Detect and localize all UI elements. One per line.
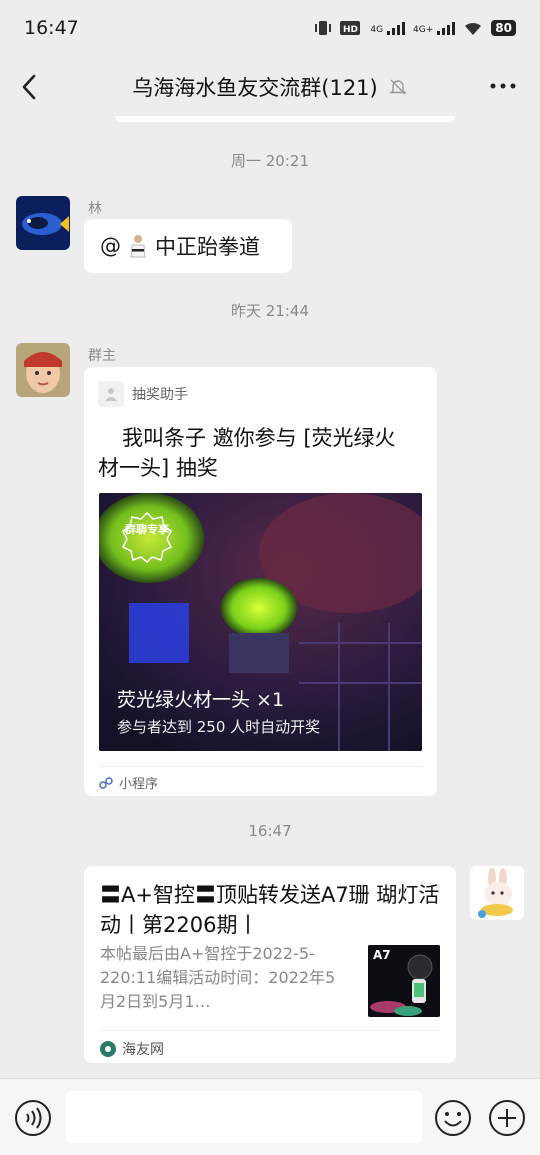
text-message-bubble[interactable]: @ 中正跆拳道 — [84, 219, 292, 273]
source-logo-icon — [100, 1041, 116, 1057]
avatar-lin[interactable] — [16, 196, 70, 250]
signal-2-icon: 4G+ — [413, 21, 456, 35]
back-icon[interactable] — [16, 70, 46, 104]
mini-program-label: 小程序 — [119, 777, 159, 792]
status-icons: HD 4G 4G+ 80 — [314, 20, 516, 36]
mini-program-name: 抽奖助手 — [132, 387, 188, 403]
emoji-icon[interactable] — [434, 1099, 472, 1137]
time-divider: 周一 20:21 — [231, 152, 309, 170]
previous-message-edge — [115, 116, 455, 122]
signal-1-icon: 4G — [370, 21, 406, 35]
mini-program-icon — [99, 776, 113, 789]
mute-bell-icon — [388, 79, 407, 95]
time-divider: 昨天 21:44 — [231, 302, 309, 320]
link-card[interactable]: 〓A+智控〓顶贴转发送A7珊 瑚灯活动丨第2206期丨 本帖最后由A+智控于20… — [84, 866, 456, 1063]
mini-program-card[interactable]: 抽奖助手 我叫条子 邀你参与 [荧光绿火 材一头] 抽奖 群聊专享 荧光绿火材一… — [84, 367, 437, 796]
input-bar — [0, 1078, 540, 1155]
mention-symbol: @ — [100, 234, 121, 258]
message-text: 中正跆拳道 — [155, 235, 260, 259]
taekwondo-emoji-icon — [130, 235, 146, 258]
mini-program-footer: 小程序 — [99, 766, 422, 792]
thumbnail-label: A7 — [373, 948, 391, 962]
sender-name: 林 — [88, 201, 102, 217]
prize-image[interactable]: 群聊专享 荧光绿火材一头 ×1 参与者达到 250 人时自动开奖 — [99, 493, 422, 751]
title-line-2: 材一头] 抽奖 — [98, 456, 218, 480]
chat-title: 乌海海水鱼友交流群(121) — [132, 76, 378, 100]
draw-condition: 参与者达到 250 人时自动开奖 — [117, 718, 321, 736]
voice-input-icon[interactable] — [14, 1099, 52, 1137]
title-line-1: 我叫条子 邀你参与 [荧光绿火 — [122, 426, 396, 450]
battery-indicator: 80 — [491, 20, 516, 36]
avatar-group-owner[interactable] — [16, 343, 70, 397]
message-input[interactable] — [66, 1091, 422, 1143]
badge-label: 群聊专享 — [125, 523, 169, 536]
wifi-icon — [465, 22, 482, 35]
chat-header: 乌海海水鱼友交流群(121) — [0, 56, 540, 118]
net-1-label: 4G — [370, 25, 384, 35]
prize-name: 荧光绿火材一头 ×1 — [117, 689, 285, 711]
avatar-self[interactable] — [470, 866, 524, 920]
net-2-label: 4G+ — [413, 25, 434, 35]
link-thumbnail: A7 — [368, 945, 440, 1017]
status-bar: 16:47 HD 4G 4G+ 80 — [0, 0, 540, 56]
svg-text:HD: HD — [343, 25, 358, 35]
hd-icon: HD — [340, 21, 361, 35]
mini-program-header: 抽奖助手 — [98, 381, 423, 407]
more-options-icon[interactable] — [488, 76, 518, 96]
lottery-app-icon — [98, 381, 124, 407]
link-source: 海友网 — [100, 1030, 440, 1059]
sender-name: 群主 — [88, 348, 116, 364]
vibrate-icon — [315, 21, 332, 35]
status-time: 16:47 — [24, 17, 79, 39]
group-exclusive-badge: 群聊专享 — [121, 511, 173, 563]
link-description: 本帖最后由A+智控于2022-5-220:11编辑活动时间：2022年5月2日到… — [100, 944, 336, 1011]
link-title: 〓A+智控〓顶贴转发送A7珊 瑚灯活动丨第2206期丨 — [100, 883, 440, 937]
more-actions-plus-icon[interactable] — [488, 1099, 526, 1137]
source-name: 海友网 — [122, 1042, 164, 1058]
time-divider: 16:47 — [248, 822, 292, 840]
mini-program-title: 我叫条子 邀你参与 [荧光绿火 材一头] 抽奖 — [98, 423, 423, 483]
